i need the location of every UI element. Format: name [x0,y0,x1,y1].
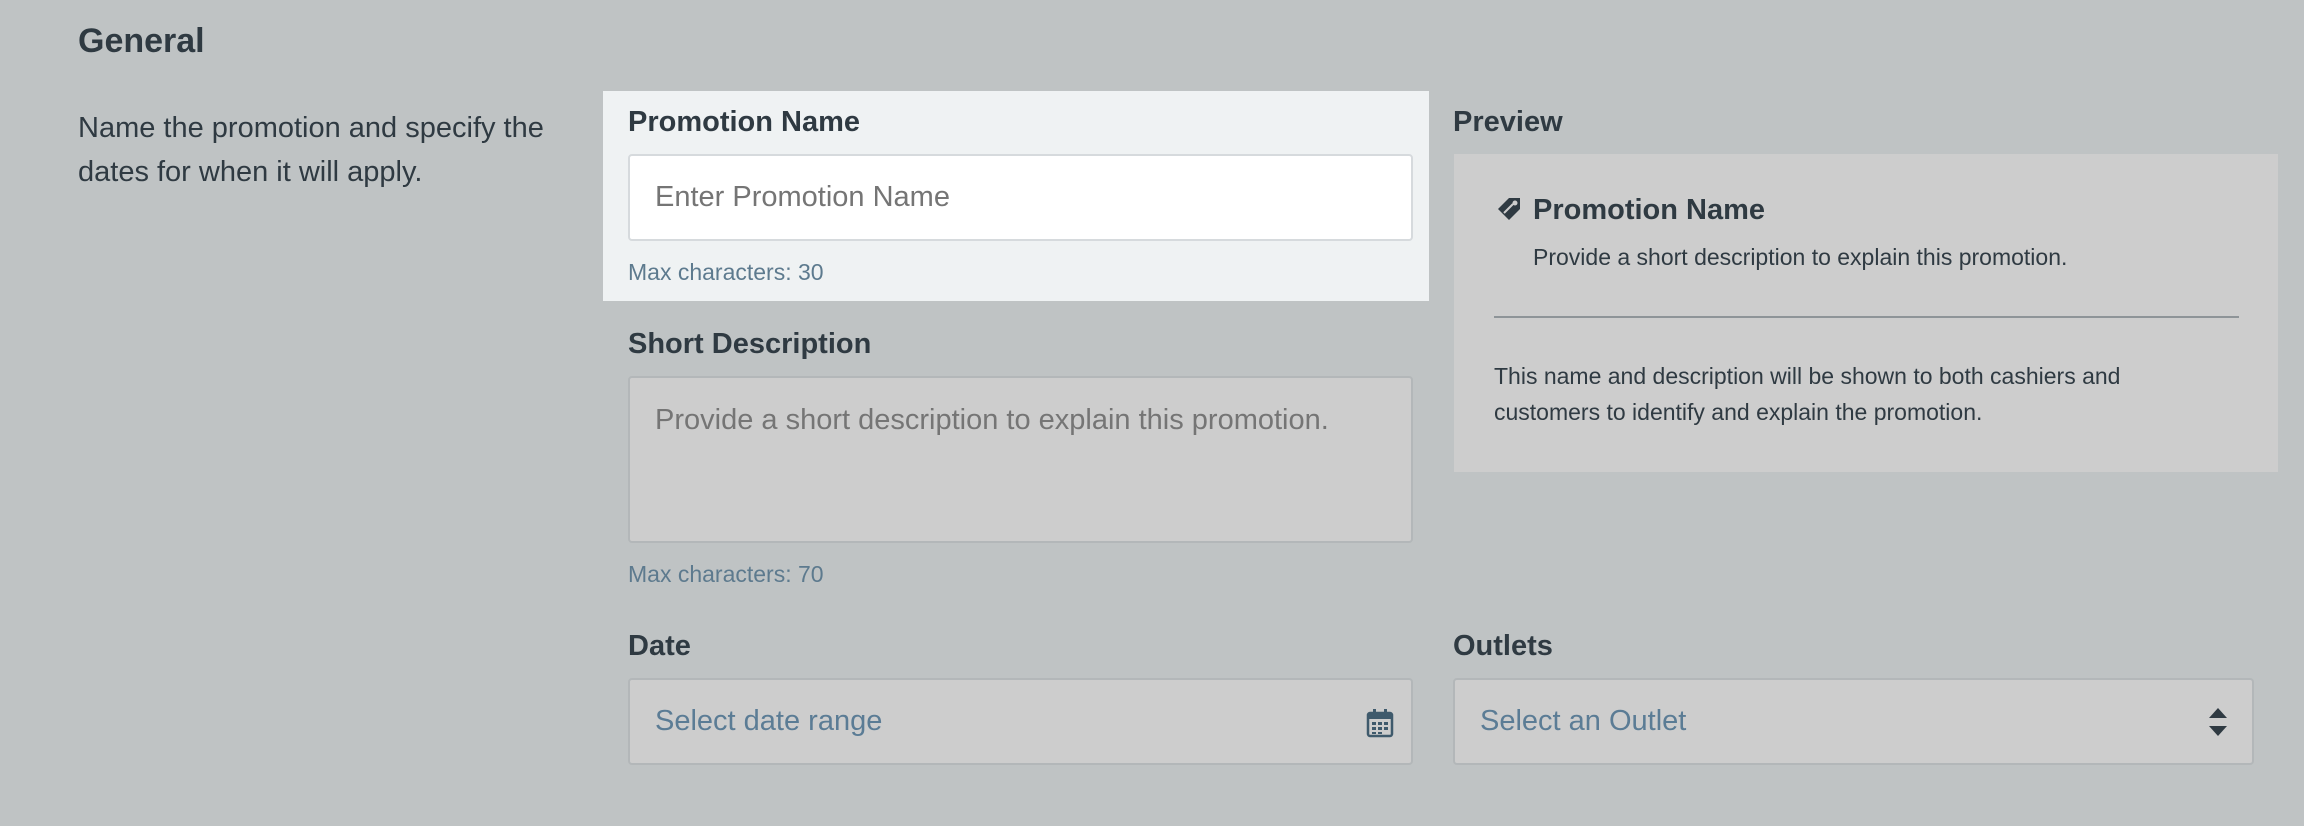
outlets-placeholder: Select an Outlet [1480,705,1687,737]
section-description: Name the promotion and specify the dates… [78,112,544,188]
promotion-name-label: Promotion Name [628,106,861,138]
short-description-hint: Max characters: 70 [628,561,824,587]
preview-note: This name and description will be shown … [1494,363,2121,425]
preview-promotion-name: Promotion Name [1533,194,1766,226]
date-label: Date [628,630,691,662]
tag-icon [1494,194,1524,224]
promotion-name-input[interactable] [628,154,1413,241]
outlets-select[interactable]: Select an Outlet [1453,678,2254,765]
date-range-placeholder: Select date range [655,705,883,737]
sort-arrows-icon [2206,702,2230,742]
promotion-name-hint: Max characters: 30 [628,259,824,285]
preview-label: Preview [1453,106,1563,138]
outlets-label: Outlets [1453,630,1553,662]
short-description-label: Short Description [628,328,872,360]
short-description-textarea[interactable] [628,376,1413,543]
preview-divider [1494,316,2239,318]
preview-promotion-description: Provide a short description to explain t… [1533,244,2068,270]
calendar-icon[interactable] [1365,708,1395,738]
date-range-input[interactable]: Select date range [628,678,1413,765]
section-title: General [78,22,205,60]
preview-panel: Promotion Name Provide a short descripti… [1454,154,2278,472]
